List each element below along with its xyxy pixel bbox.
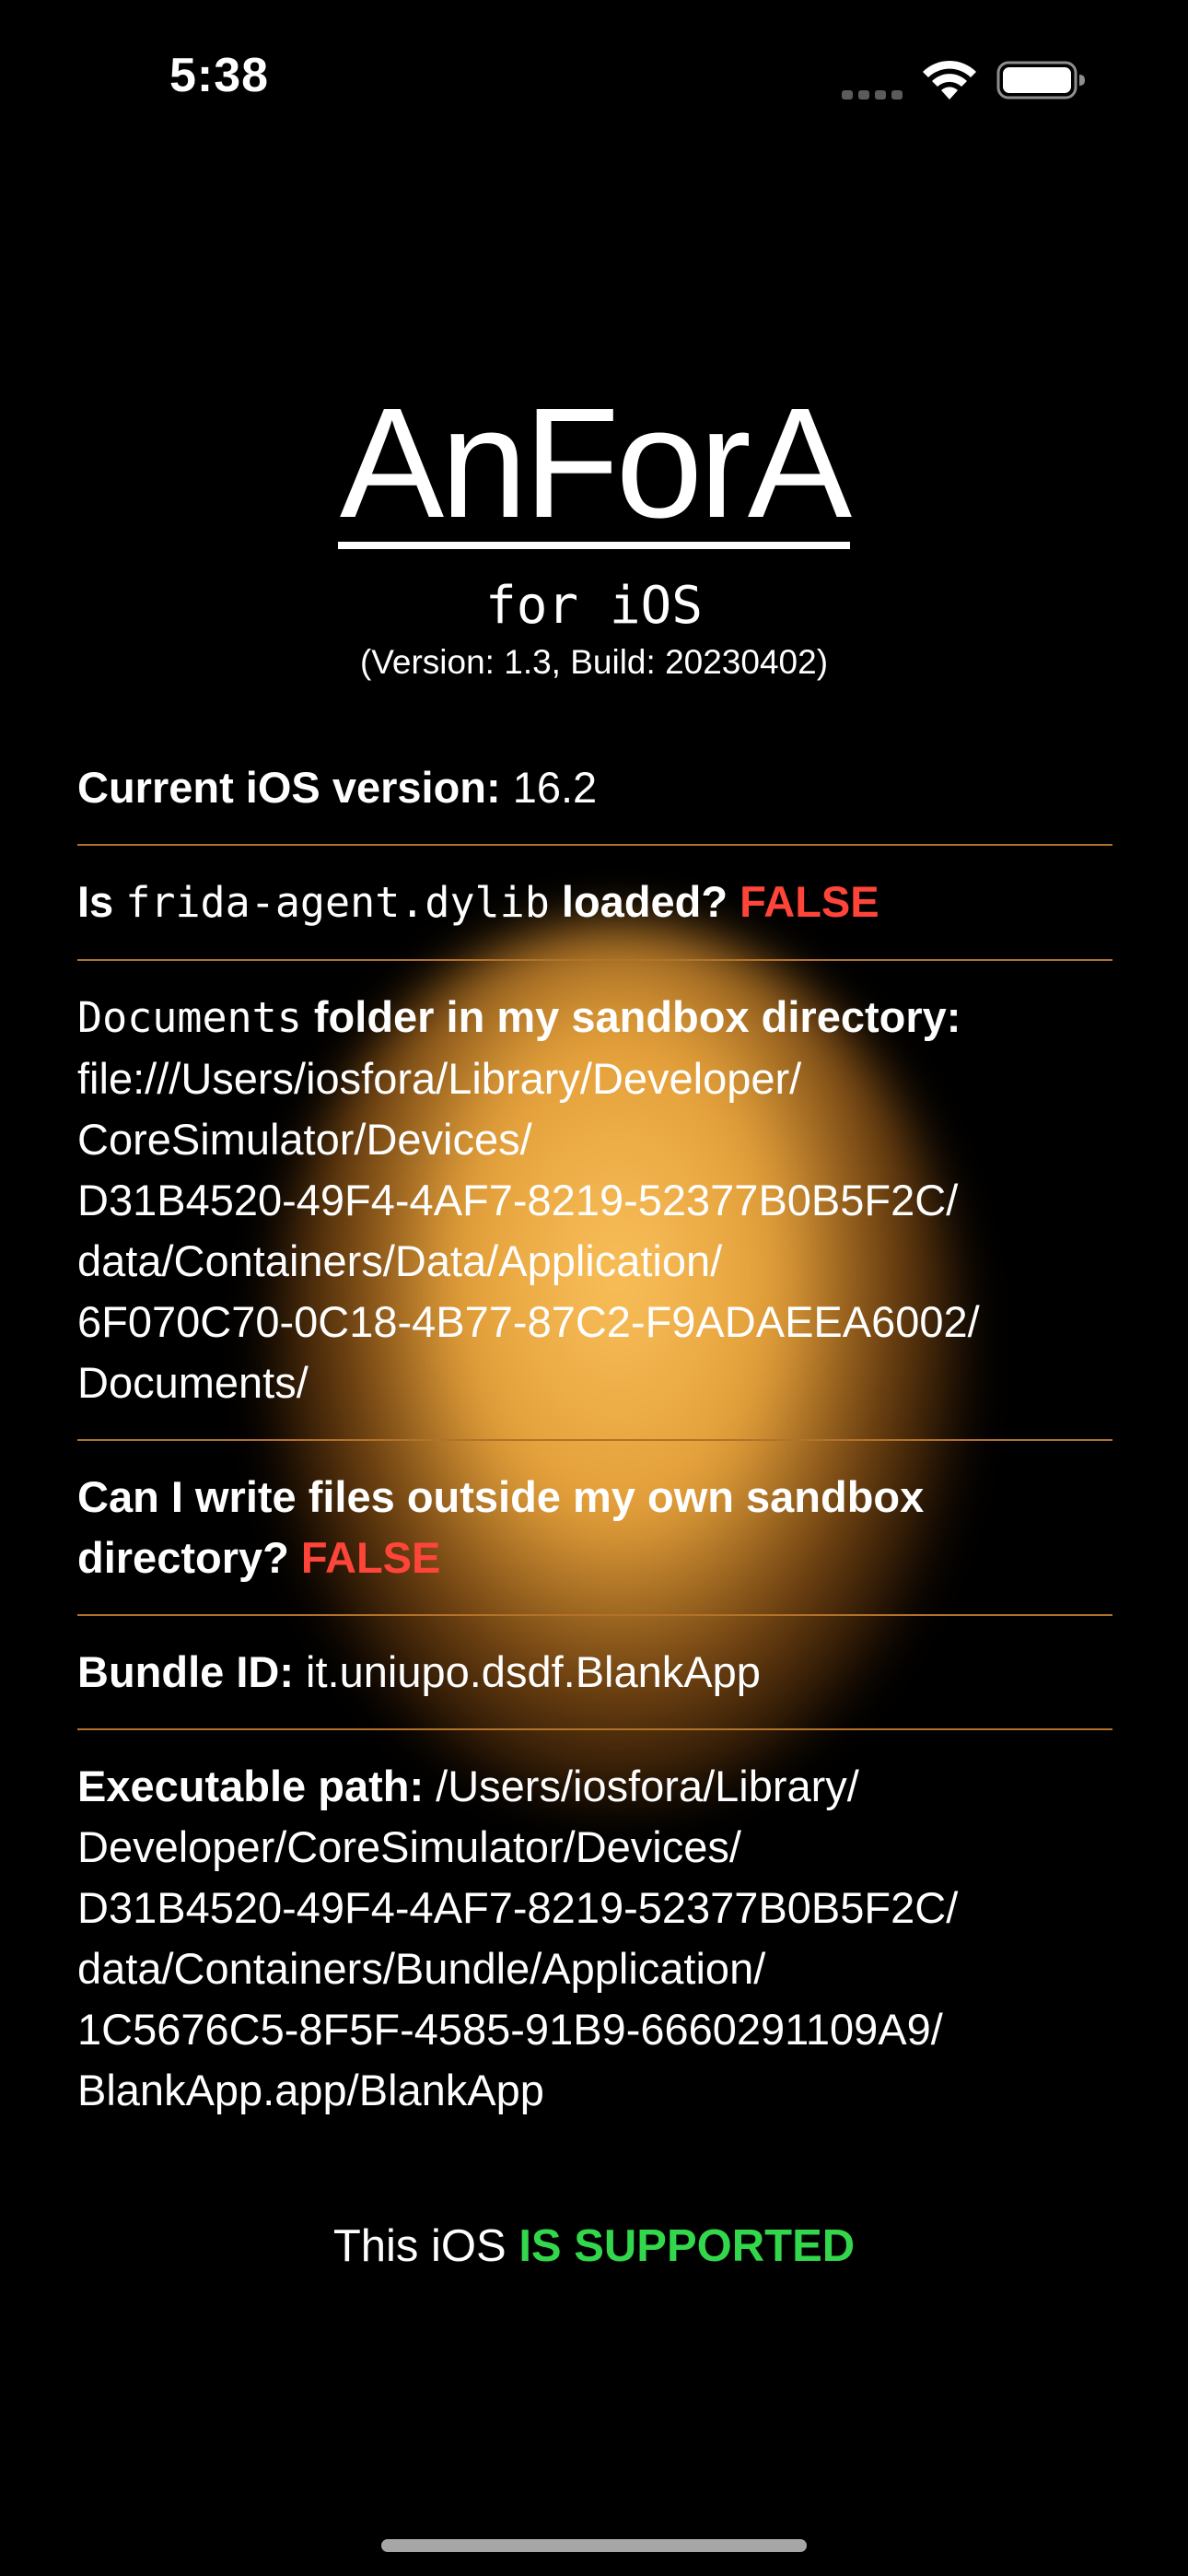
wifi-icon	[923, 60, 976, 100]
documents-path-line: 6F070C70-0C18-4B77-87C2-F9ADAEEA6002/	[77, 1297, 980, 1346]
divider	[77, 1614, 1112, 1616]
support-value: IS SUPPORTED	[518, 2221, 856, 2271]
executable-path-line: /Users/iosfora/Library/	[436, 1762, 859, 1810]
app-title: AnForA	[337, 376, 852, 551]
support-status: This iOS IS SUPPORTED	[0, 2220, 1188, 2272]
divider	[77, 1728, 1112, 1730]
status-bar: 5:38	[0, 0, 1188, 157]
documents-path-line: file:///Users/iosfora/Library/Developer/	[77, 1054, 802, 1103]
documents-row: Documents folder in my sandbox directory…	[77, 987, 1112, 1413]
frida-status: FALSE	[740, 877, 879, 926]
write-outside-label: Can I write files outside my own sandbox	[77, 1472, 925, 1521]
home-indicator[interactable]	[381, 2539, 807, 2552]
ios-version-value: 16.2	[512, 763, 598, 812]
executable-path-line: Developer/CoreSimulator/Devices/	[77, 1822, 741, 1871]
info-list: Current iOS version: 16.2 Is frida-agent…	[77, 757, 1112, 2121]
documents-path-line: CoreSimulator/Devices/	[77, 1115, 532, 1164]
divider	[77, 959, 1112, 961]
frida-row: Is frida-agent.dylib loaded? FALSE	[77, 872, 1112, 933]
documents-path-line: Documents/	[77, 1358, 309, 1407]
executable-path-line: BlankApp.app/BlankApp	[77, 2066, 544, 2114]
status-time: 5:38	[169, 49, 270, 102]
executable-path-line: data/Containers/Bundle/Application/	[77, 1944, 766, 1993]
ios-version-label: Current iOS version:	[77, 763, 501, 812]
documents-folder-name: Documents	[77, 993, 302, 1042]
app-logo: AnForA	[0, 385, 1188, 549]
support-prefix: This iOS	[332, 2221, 507, 2271]
app-subtitle: for iOS	[484, 576, 703, 636]
documents-path-line: data/Containers/Data/Application/	[77, 1236, 723, 1285]
frida-label: loaded?	[561, 877, 728, 926]
bundle-id-label: Bundle ID:	[77, 1647, 294, 1696]
bundle-id-value: it.uniupo.dsdf.BlankApp	[306, 1647, 761, 1696]
documents-label: folder in my sandbox directory:	[313, 992, 961, 1041]
documents-path-line: D31B4520-49F4-4AF7-8219-52377B0B5F2C/	[77, 1176, 959, 1224]
write-outside-label-cont: directory?	[77, 1533, 289, 1582]
version-line: (Version: 1.3, Build: 20230402)	[359, 643, 829, 681]
write-outside-status: FALSE	[300, 1533, 441, 1582]
frida-prefix: Is	[77, 877, 114, 926]
divider	[77, 844, 1112, 846]
executable-path-line: 1C5676C5-8F5F-4585-91B9-6660291109A9/	[77, 2005, 943, 2054]
write-outside-row: Can I write files outside my own sandbox…	[77, 1467, 1112, 1588]
executable-path-line: D31B4520-49F4-4AF7-8219-52377B0B5F2C/	[77, 1883, 959, 1932]
divider	[77, 1439, 1112, 1441]
ios-version-row: Current iOS version: 16.2	[77, 757, 1112, 818]
frida-library-name: frida-agent.dylib	[125, 878, 550, 927]
battery-icon	[996, 61, 1085, 100]
executable-path-row: Executable path: /Users/iosfora/Library/…	[77, 1756, 1112, 2121]
executable-path-label: Executable path:	[77, 1762, 425, 1810]
bundle-id-row: Bundle ID: it.uniupo.dsdf.BlankApp	[77, 1642, 1112, 1703]
signal-icon	[842, 87, 904, 100]
